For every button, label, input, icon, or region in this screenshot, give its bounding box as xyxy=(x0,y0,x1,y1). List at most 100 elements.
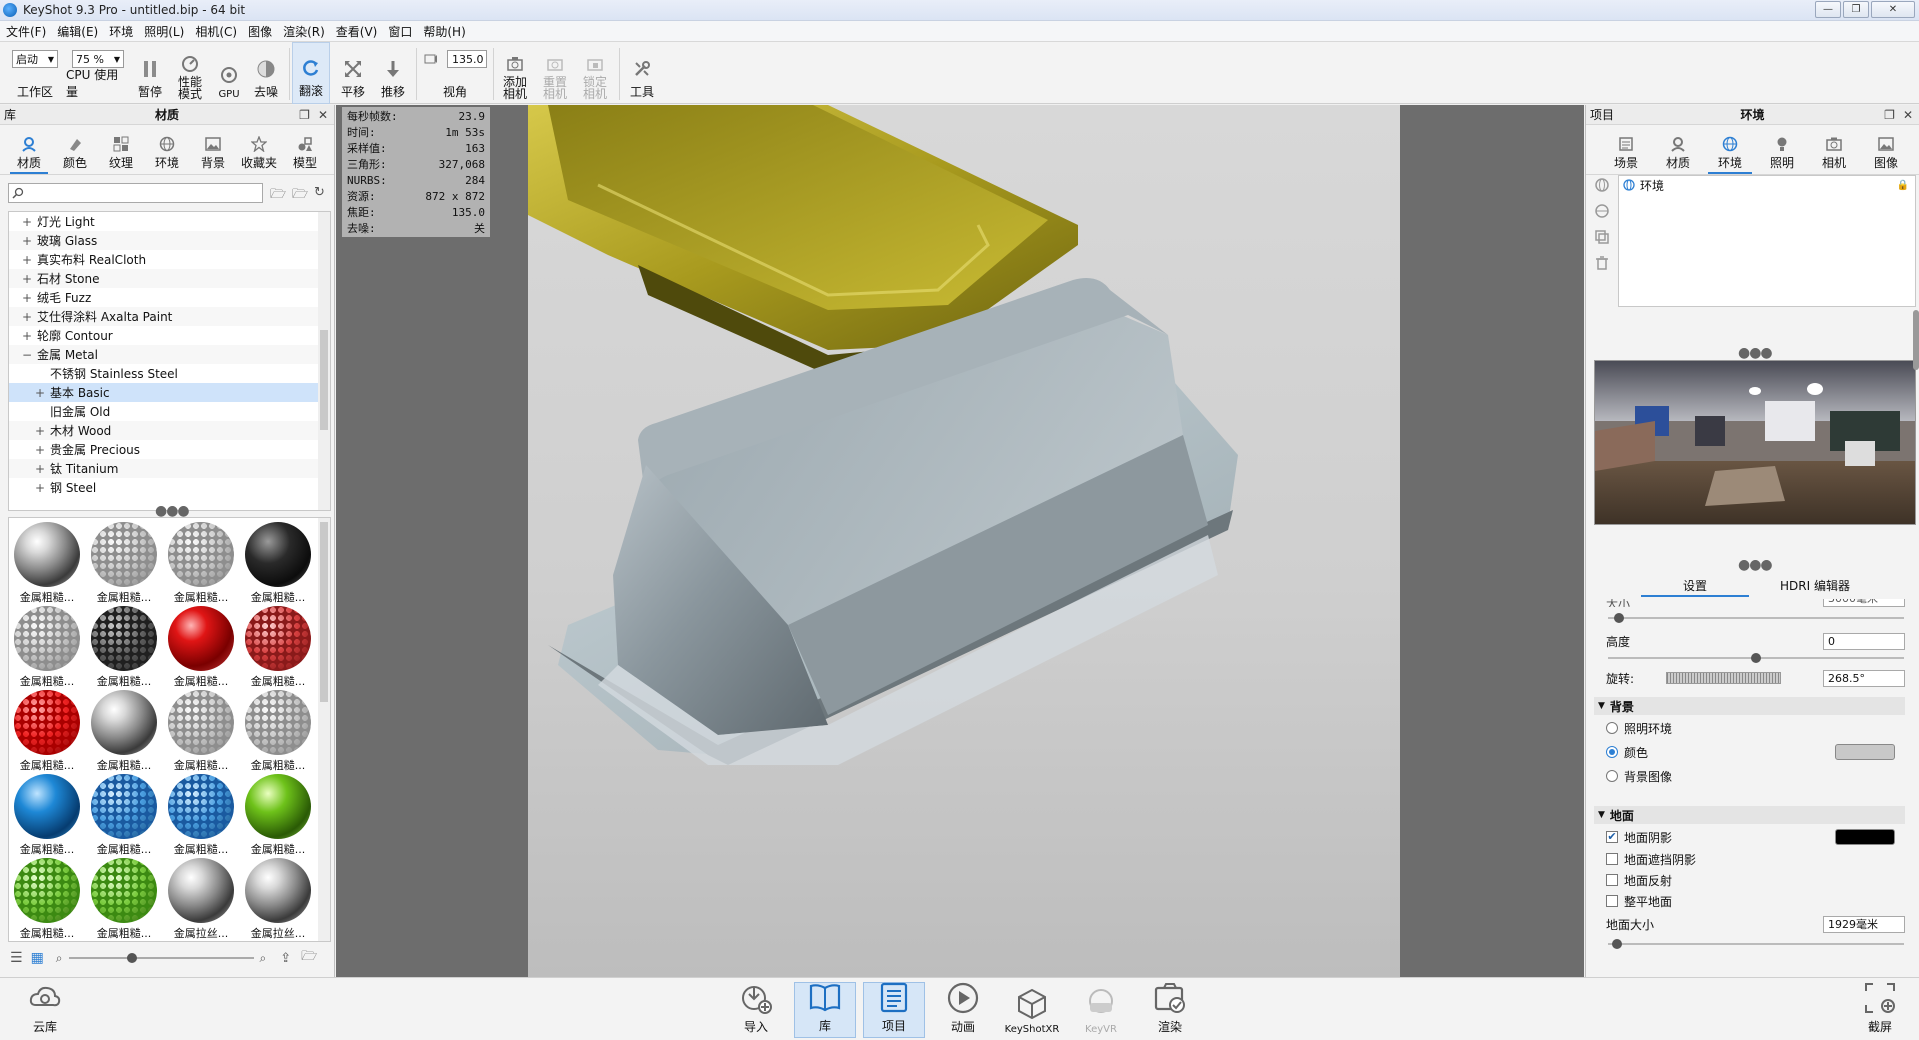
size-input[interactable]: 3000毫米 xyxy=(1823,599,1905,607)
tree-expander[interactable]: + xyxy=(34,424,46,438)
backplate-radio[interactable] xyxy=(1606,770,1618,782)
color-radio[interactable] xyxy=(1606,746,1618,758)
material-thumbnail[interactable]: 金属粗糙... xyxy=(88,856,160,941)
tree-expander[interactable]: + xyxy=(34,443,46,457)
minimize-button[interactable]: — xyxy=(1815,1,1841,18)
grid-scrollbar-thumb[interactable] xyxy=(320,522,328,702)
tree-item[interactable]: + 石材 Stone xyxy=(9,269,330,288)
bg-option-backplate[interactable]: 背景图像 xyxy=(1606,767,1905,785)
grid-scrollbar[interactable] xyxy=(318,518,330,941)
tree-item[interactable]: + 真实布料 RealCloth xyxy=(9,250,330,269)
reset-camera-button[interactable]: 重置 相机 xyxy=(538,42,572,104)
refresh-icon[interactable]: ↻ xyxy=(314,185,325,200)
keyshotxr-button[interactable]: KeyShotXR xyxy=(1001,982,1063,1038)
material-thumbnail[interactable]: 金属粗糙... xyxy=(242,772,314,857)
library-search-input[interactable] xyxy=(8,183,263,203)
bg-option-lighting-env[interactable]: 照明环境 xyxy=(1606,719,1905,737)
lighting-env-radio[interactable] xyxy=(1606,722,1618,734)
add-camera-button[interactable]: 添加 相机 xyxy=(498,42,532,104)
close-window-button[interactable]: ✕ xyxy=(1871,1,1915,18)
tree-expander[interactable]: + xyxy=(21,215,33,229)
tab-textures[interactable]: 纹理 xyxy=(98,130,144,174)
material-thumbnail[interactable]: 金属粗糙... xyxy=(242,604,314,689)
tab-camera[interactable]: 相机 xyxy=(1808,130,1860,174)
height-input[interactable]: 0 xyxy=(1823,633,1905,650)
tree-scrollbar[interactable] xyxy=(318,212,330,510)
tree-expander[interactable]: + xyxy=(34,386,46,400)
splitter-handle[interactable]: ●●● xyxy=(1738,345,1773,361)
project-button[interactable]: 项目 xyxy=(863,982,925,1038)
import-button[interactable]: 导入 xyxy=(725,982,787,1038)
menu-edit[interactable]: 编辑(E) xyxy=(57,23,98,40)
menu-image[interactable]: 图像 xyxy=(248,23,272,40)
tree-expander[interactable]: + xyxy=(21,329,33,343)
material-thumbnail[interactable]: 金属拉丝... xyxy=(242,856,314,941)
add-environment-icon[interactable] xyxy=(1594,177,1612,195)
menu-help[interactable]: 帮助(H) xyxy=(423,23,465,40)
material-thumbnail[interactable]: 金属粗糙... xyxy=(11,856,83,941)
tree-item[interactable]: + 玻璃 Glass xyxy=(9,231,330,250)
tab-colors[interactable]: 颜色 xyxy=(52,130,98,174)
pan-button[interactable]: 平移 xyxy=(336,42,370,104)
material-thumbnail[interactable]: 金属粗糙... xyxy=(242,688,314,773)
material-thumbnail[interactable]: 金属粗糙... xyxy=(88,688,160,773)
menu-render[interactable]: 渲染(R) xyxy=(283,23,325,40)
material-thumbnail[interactable]: 金属拉丝... xyxy=(165,856,237,941)
menu-environment[interactable]: 环境 xyxy=(109,23,133,40)
rotation-input[interactable]: 268.5° xyxy=(1823,670,1905,687)
tree-expander[interactable]: + xyxy=(34,481,46,495)
grid-view-icon[interactable]: ▦ xyxy=(31,950,44,966)
tree-item[interactable]: + 轮廓 Contour xyxy=(9,326,330,345)
tab-lighting[interactable]: 照明 xyxy=(1756,130,1808,174)
tree-item[interactable]: + 艾仕得涂料 Axalta Paint xyxy=(9,307,330,326)
thumbnail-size-slider[interactable] xyxy=(68,953,254,963)
tab-image[interactable]: 图像 xyxy=(1860,130,1912,174)
tab-environments[interactable]: 环境 xyxy=(144,130,190,174)
tree-item[interactable]: + 灯光 Light xyxy=(9,212,330,231)
tumble-button[interactable]: 翻滚 xyxy=(292,42,330,104)
flatten-ground-row[interactable]: 整平地面 xyxy=(1606,892,1905,910)
import-folder-icon[interactable]: 🗁 xyxy=(301,947,317,969)
material-thumbnail[interactable]: 金属粗糙... xyxy=(165,520,237,605)
material-thumbnail[interactable]: 金属粗糙... xyxy=(11,604,83,689)
render-viewport[interactable]: 每秒帧数: 23.9 时间: 1m 53s 采样值: 163 三角形: 327,068 NURB… xyxy=(336,105,1584,977)
gpu-button[interactable]: GPU xyxy=(214,42,244,104)
add-folder-icon[interactable]: 🗁 xyxy=(292,185,308,207)
cloud-library-button[interactable]: 云库 xyxy=(14,982,76,1038)
material-thumbnail[interactable]: 金属粗糙... xyxy=(165,688,237,773)
lock-camera-button[interactable]: 锁定 相机 xyxy=(578,42,612,104)
ground-occlusion-row[interactable]: 地面遮挡阴影 xyxy=(1606,850,1905,868)
tab-scene[interactable]: 场景 xyxy=(1600,130,1652,174)
menu-lighting[interactable]: 照明(L) xyxy=(144,23,184,40)
tab-materials[interactable]: 材质 xyxy=(6,130,52,174)
tree-item[interactable]: − 金属 Metal xyxy=(9,345,330,364)
material-thumbnail[interactable]: 金属粗糙... xyxy=(242,520,314,605)
tab-hdri-editor[interactable]: HDRI 编辑器 xyxy=(1755,577,1875,597)
zoom-in-icon[interactable]: ⌕ xyxy=(260,951,267,966)
material-thumbnail[interactable]: 金属粗糙... xyxy=(88,772,160,857)
float-panel-icon[interactable]: ❐ xyxy=(1884,108,1895,122)
ground-reflection-checkbox[interactable] xyxy=(1606,874,1618,886)
tree-expander[interactable]: + xyxy=(21,253,33,267)
tree-item[interactable]: + 钛 Titanium xyxy=(9,459,330,478)
background-color-swatch[interactable] xyxy=(1835,744,1895,760)
tree-expander[interactable]: + xyxy=(21,291,33,305)
performance-mode-button[interactable]: 性能 模式 xyxy=(170,42,210,104)
lock-icon[interactable]: 🔒 xyxy=(1897,180,1909,191)
tab-settings[interactable]: 设置 xyxy=(1635,577,1755,597)
list-view-icon[interactable]: ☰ xyxy=(10,950,23,966)
screenshot-button[interactable]: 截屏 xyxy=(1849,982,1911,1038)
render-button[interactable]: 渲染 xyxy=(1139,982,1201,1038)
open-folder-icon[interactable]: 🗁 xyxy=(270,185,286,207)
ground-reflection-row[interactable]: 地面反射 xyxy=(1606,871,1905,889)
size-slider-knob[interactable] xyxy=(1614,613,1624,623)
material-thumbnail[interactable]: 金属粗糙... xyxy=(88,604,160,689)
ground-size-slider-knob[interactable] xyxy=(1612,939,1622,949)
tree-item[interactable]: + 木材 Wood xyxy=(9,421,330,440)
material-thumbnail[interactable]: 金属粗糙... xyxy=(88,520,160,605)
close-panel-icon[interactable]: ✕ xyxy=(318,108,328,122)
tree-item[interactable]: + 基本 Basic xyxy=(9,383,330,402)
tools-button[interactable]: 工具 xyxy=(624,42,660,104)
shadow-color-swatch[interactable] xyxy=(1835,829,1895,845)
size-slider[interactable] xyxy=(1608,613,1904,623)
